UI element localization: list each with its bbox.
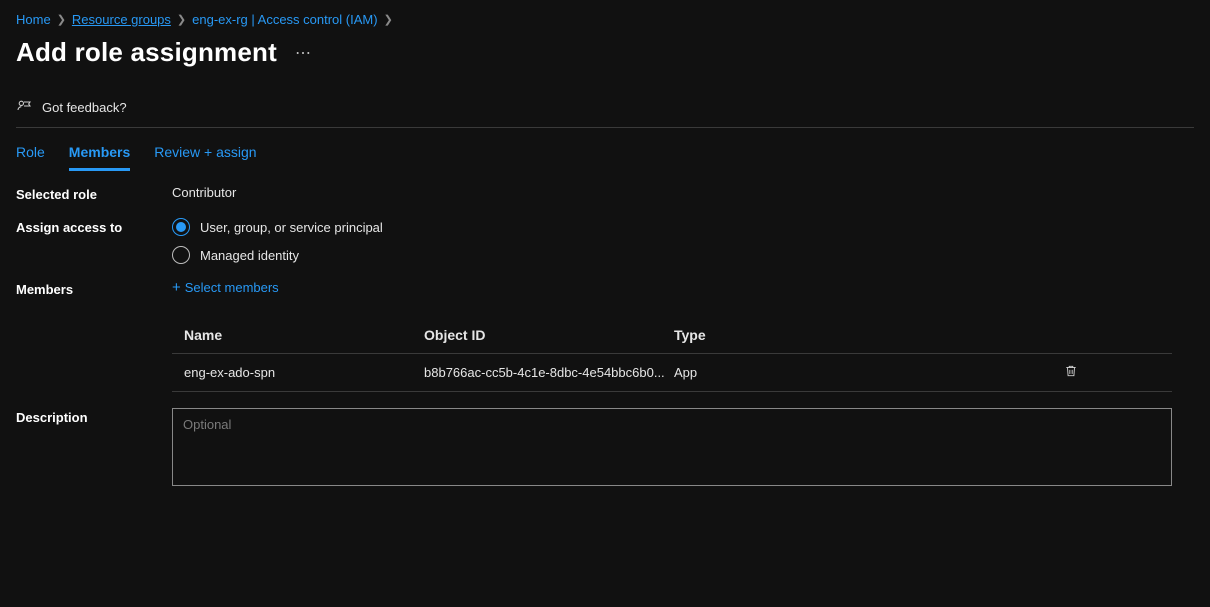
th-type: Type (674, 327, 1034, 343)
select-members-link[interactable]: + Select members (172, 280, 279, 295)
chevron-right-icon: ❯ (177, 13, 186, 26)
feedback-icon (16, 98, 32, 117)
breadcrumb-home[interactable]: Home (16, 12, 51, 27)
label-selected-role: Selected role (16, 185, 166, 202)
th-object-id: Object ID (424, 327, 674, 343)
th-name: Name (184, 327, 424, 343)
chevron-right-icon: ❯ (57, 13, 66, 26)
breadcrumb-resource-groups[interactable]: Resource groups (72, 12, 171, 27)
chevron-right-icon: ❯ (384, 13, 393, 26)
radio-unchecked-icon (172, 246, 190, 264)
tab-members[interactable]: Members (69, 144, 130, 171)
radio-user-group-principal[interactable]: User, group, or service principal (172, 218, 1194, 236)
tabs: Role Members Review + assign (16, 128, 1194, 171)
page-title: Add role assignment (16, 37, 277, 68)
tab-role[interactable]: Role (16, 144, 45, 171)
delete-row-button[interactable] (1064, 366, 1078, 381)
radio-managed-identity[interactable]: Managed identity (172, 246, 1194, 264)
description-wrap (172, 408, 1194, 489)
trash-icon (1064, 364, 1078, 378)
select-members-label: Select members (185, 280, 279, 295)
more-icon[interactable]: ⋯ (295, 43, 313, 63)
members-area: + Select members Name Object ID Type eng… (172, 280, 1194, 392)
feedback-link[interactable]: Got feedback? (42, 100, 127, 115)
members-table: Name Object ID Type eng-ex-ado-spn b8b76… (172, 317, 1172, 392)
plus-icon: + (172, 280, 181, 295)
radio-group-assign-access: User, group, or service principal Manage… (172, 218, 1194, 264)
tab-review-assign[interactable]: Review + assign (154, 144, 256, 171)
td-type: App (674, 365, 1034, 380)
label-assign-access: Assign access to (16, 218, 166, 235)
value-selected-role: Contributor (172, 185, 1194, 200)
label-description: Description (16, 408, 166, 425)
td-name: eng-ex-ado-spn (184, 365, 424, 380)
breadcrumb: Home ❯ Resource groups ❯ eng-ex-rg | Acc… (16, 10, 1194, 35)
radio-label: User, group, or service principal (200, 220, 383, 235)
label-members: Members (16, 280, 166, 297)
td-object-id: b8b766ac-cc5b-4c1e-8dbc-4e54bbc6b0... (424, 365, 674, 380)
table-row: eng-ex-ado-spn b8b766ac-cc5b-4c1e-8dbc-4… (172, 354, 1172, 392)
table-header: Name Object ID Type (172, 317, 1172, 354)
title-row: Add role assignment ⋯ (16, 37, 1194, 68)
feedback-bar: Got feedback? (16, 98, 1194, 128)
radio-label: Managed identity (200, 248, 299, 263)
breadcrumb-iam[interactable]: eng-ex-rg | Access control (IAM) (192, 12, 377, 27)
radio-checked-icon (172, 218, 190, 236)
form-grid: Selected role Contributor Assign access … (16, 185, 1194, 489)
description-input[interactable] (172, 408, 1172, 486)
